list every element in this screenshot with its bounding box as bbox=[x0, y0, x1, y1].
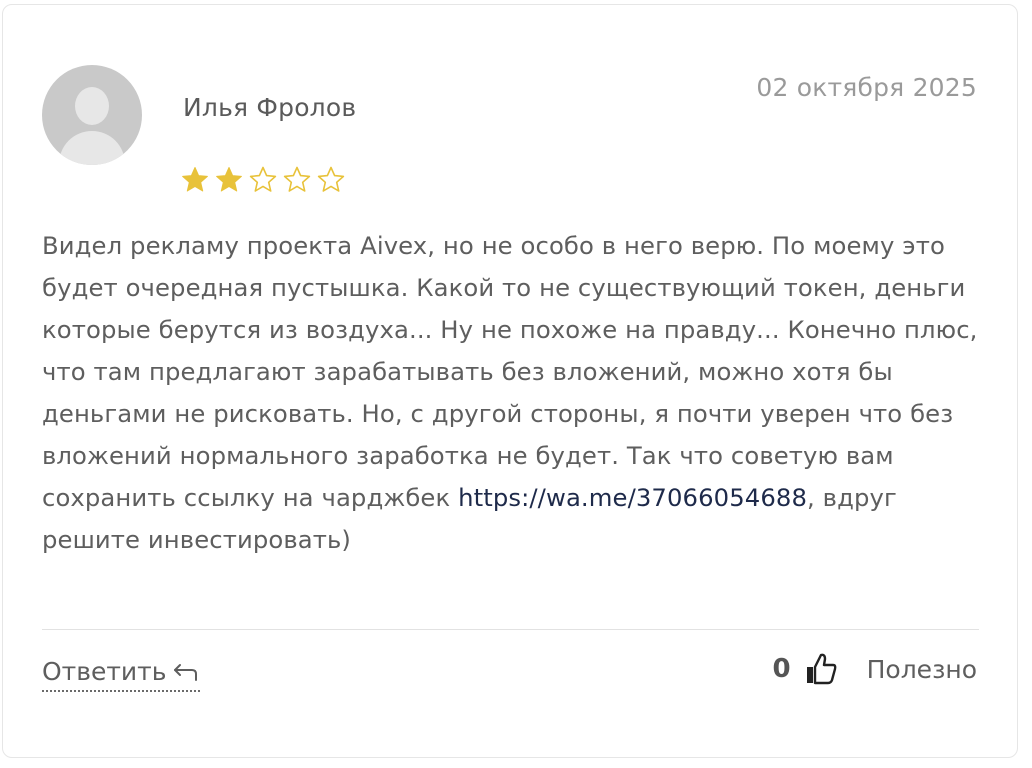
avatar bbox=[42, 65, 142, 165]
user-placeholder-icon bbox=[75, 87, 109, 125]
author-name: Илья Фролов bbox=[183, 93, 357, 122]
rating-stars bbox=[180, 165, 346, 195]
review-text-part: Видел рекламу проекта Aivex, но не особо… bbox=[42, 231, 978, 512]
reply-button[interactable]: Ответить bbox=[42, 657, 201, 692]
helpful-count: 0 bbox=[772, 654, 791, 684]
helpful-button[interactable]: Полезно bbox=[867, 655, 977, 684]
star-filled-icon bbox=[214, 165, 244, 195]
review-date: 02 октября 2025 bbox=[756, 73, 977, 102]
chargeback-link[interactable]: https://wa.me/37066054688 bbox=[458, 483, 807, 512]
thumbs-up-icon[interactable] bbox=[803, 651, 839, 687]
helpful-group: 0 Полезно bbox=[773, 651, 977, 687]
review-text: Видел рекламу проекта Aivex, но не особо… bbox=[42, 225, 982, 561]
star-outline-icon bbox=[282, 165, 312, 195]
star-outline-icon bbox=[248, 165, 278, 195]
divider bbox=[42, 629, 979, 630]
star-outline-icon bbox=[316, 165, 346, 195]
star-filled-icon bbox=[180, 165, 210, 195]
reply-arrow-icon bbox=[172, 661, 200, 683]
review-card: Илья Фролов 02 октября 2025 Видел реклам… bbox=[2, 4, 1018, 758]
reply-label: Ответить bbox=[42, 657, 167, 686]
